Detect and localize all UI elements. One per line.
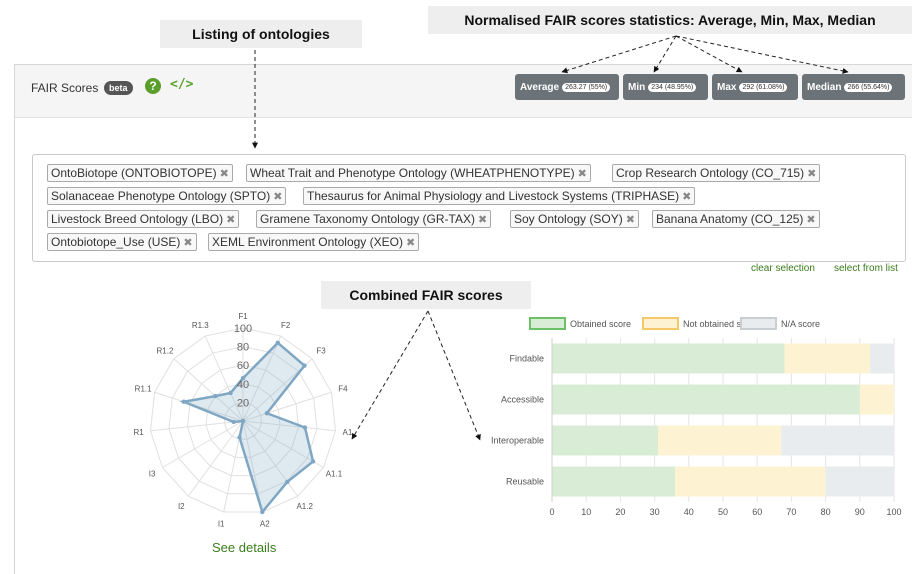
callout-arrow [675,35,743,73]
x-tick-label: 40 [684,507,694,517]
radar-chart: F1 F2 F3 F4 A1 A1.1 A1.2 A2 I1 I2 I3 R1 R1.1 R1.2 R1.3… [133,312,352,529]
legend-swatch [740,317,777,330]
radar-axis-label: R1.1 [135,385,152,394]
x-tick-label: 30 [650,507,660,517]
radar-axis-label: R1 [133,428,144,437]
radar-axis-label: I3 [149,470,156,479]
legend-label: Obtained score [570,319,631,329]
x-tick-label: 70 [786,507,796,517]
bar-segment [552,384,860,415]
callout-arrow [351,310,429,440]
bar-segment [859,384,894,415]
radar-axis-label: F3 [316,347,326,356]
bar-segment [825,466,894,497]
radar-axis-label: A1.1 [326,470,343,479]
radar-point [228,390,233,396]
radar-point [231,419,236,425]
category-label: Findable [509,354,544,364]
x-tick-label: 0 [549,507,554,517]
legend-swatch [642,317,679,330]
bar-segment [658,425,782,456]
x-tick-label: 20 [615,507,625,517]
radar-point [302,425,308,430]
charts-area: F1 F2 F3 F4 A1 A1.1 A1.2 A2 I1 I2 I3 R1 R1.1 R1.2 R1.3… [133,35,902,529]
bar-segment [552,466,676,497]
radar-point [237,435,242,440]
radar-tick-label: 40 [237,379,249,391]
category-label: Accessible [501,395,544,405]
radar-point [310,459,316,464]
radar-point [264,411,270,416]
radar-point [275,340,281,346]
x-tick-label: 60 [752,507,762,517]
bar-segment [870,343,894,374]
radar-point [260,509,265,515]
x-tick-label: 10 [581,507,591,517]
callout-arrow [427,310,481,441]
legend-swatch [529,317,566,330]
radar-axis-label: R1.2 [157,347,174,356]
radar-axis-label: A2 [260,520,270,529]
bar-segment [675,466,826,497]
x-tick-label: 100 [886,507,901,517]
radar-axis-label: I2 [178,502,185,511]
x-tick-label: 80 [821,507,831,517]
radar-tick-label: 20 [237,397,249,409]
callout-arrow [675,35,849,74]
radar-point [302,363,307,368]
bar-segment [781,425,894,456]
radar-point [213,393,218,399]
category-label: Reusable [506,477,544,487]
callout-arrow [561,35,677,74]
radar-axis-label: F4 [338,385,348,394]
bar-segment [552,425,659,456]
x-tick-label: 50 [718,507,728,517]
radar-point [240,418,246,424]
radar-axis-label: F2 [281,321,291,330]
radar-axis-label: R1.3 [192,321,209,330]
radar-axis-label: F1 [238,312,248,321]
legend-label: N/A score [781,319,820,329]
radar-axis-label: A1 [343,428,353,437]
bar-chart: 0 10 20 30 40 50 60 70 80 90 100 Findable Accessible… [491,317,902,517]
radar-tick-label: 60 [237,360,249,372]
bar-segment [784,343,871,374]
radar-tick-label: 80 [237,342,249,354]
radar-axis-label: I1 [218,520,225,529]
callout-arrow [653,35,677,73]
see-details-link[interactable]: See details [212,540,276,555]
x-tick-label: 90 [855,507,865,517]
bar-segment [552,343,785,374]
radar-axis-label: A1.2 [296,502,313,511]
radar-point [181,399,186,404]
radar-tick-label: 100 [234,323,252,335]
radar-point [285,479,290,485]
category-label: Interoperable [491,436,544,446]
